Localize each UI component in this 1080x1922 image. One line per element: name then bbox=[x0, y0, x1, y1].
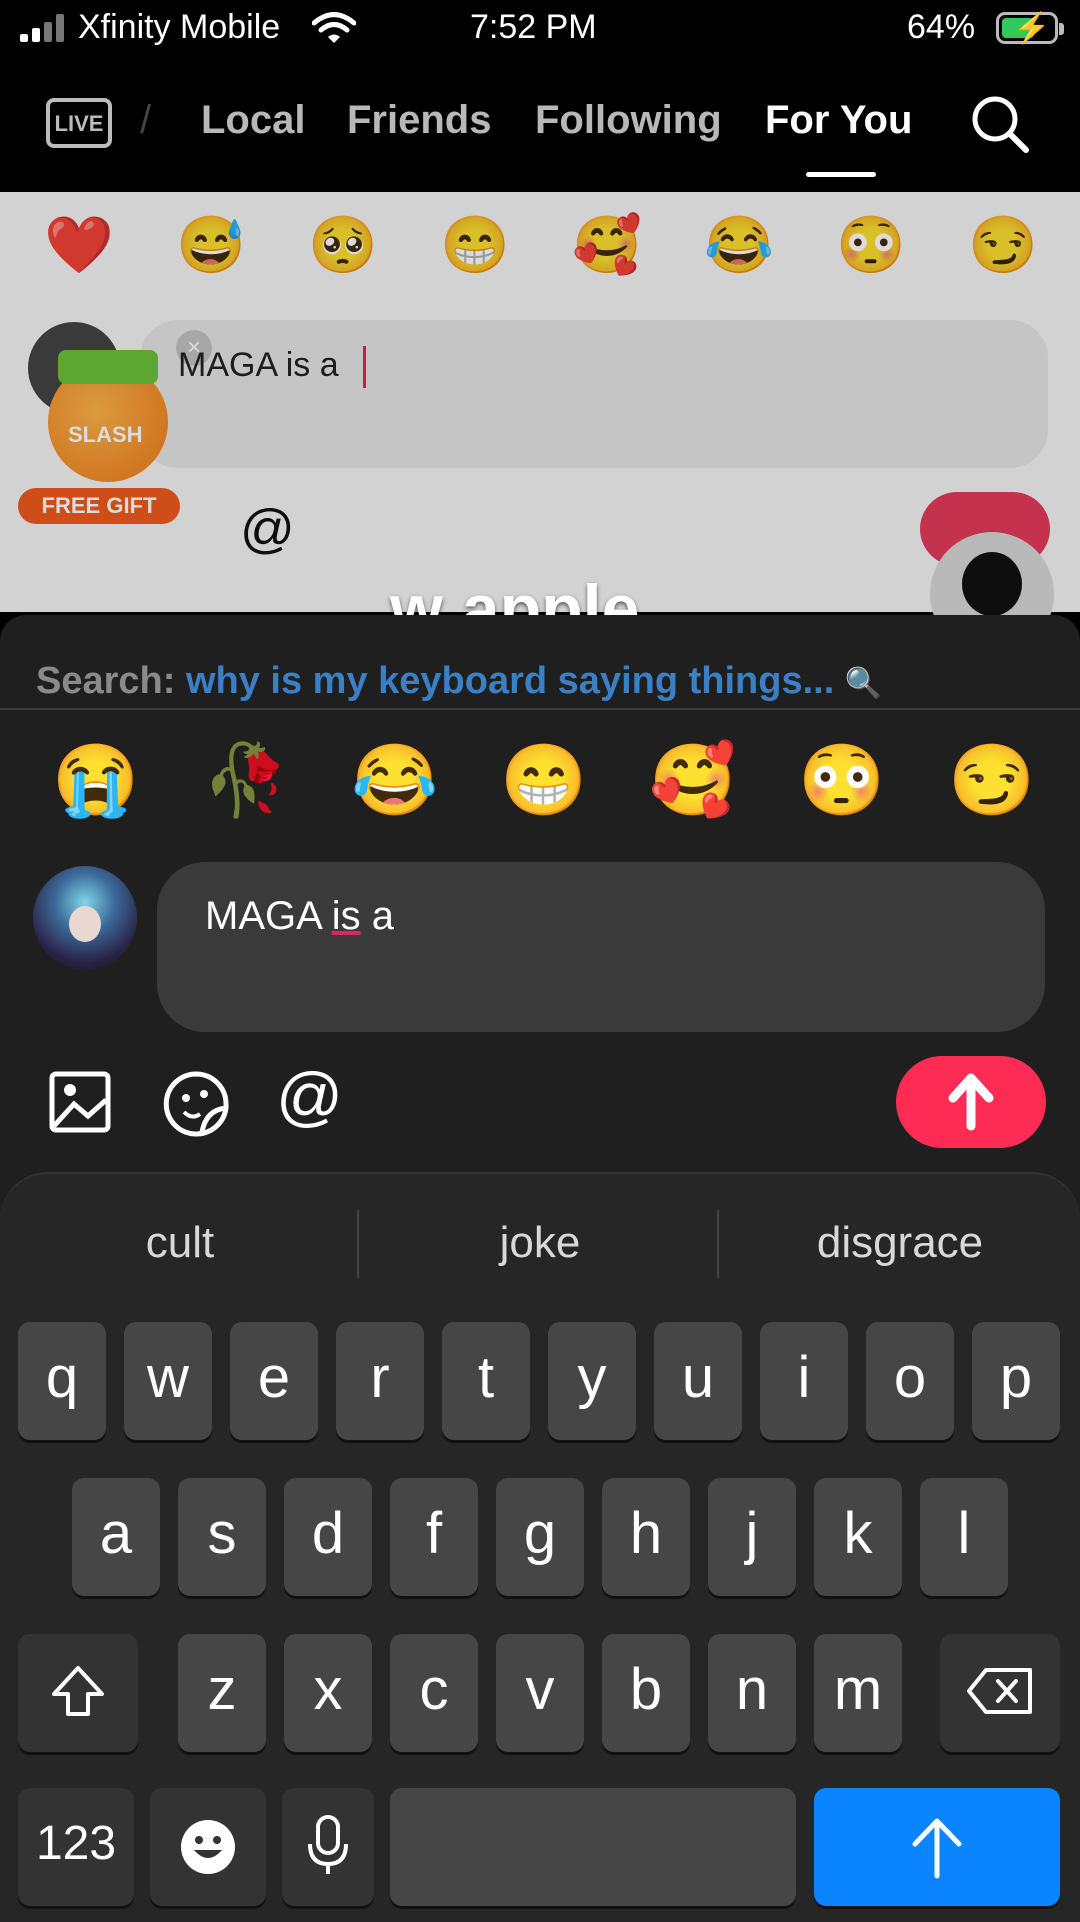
key-o[interactable]: o bbox=[866, 1322, 954, 1440]
emoji-button[interactable]: 😁 bbox=[500, 740, 587, 822]
key-f[interactable]: f bbox=[390, 1478, 478, 1596]
key-r[interactable]: r bbox=[336, 1322, 424, 1440]
space-bar[interactable] bbox=[390, 1788, 796, 1906]
return-key[interactable] bbox=[814, 1788, 1060, 1906]
key-t[interactable]: t bbox=[442, 1322, 530, 1440]
key-p[interactable]: p bbox=[972, 1322, 1060, 1440]
tab-local[interactable]: Local bbox=[201, 98, 305, 143]
tab-for-you[interactable]: For You bbox=[765, 98, 912, 143]
microphone-icon bbox=[308, 1815, 348, 1874]
prediction-cult[interactable]: cult bbox=[30, 1218, 330, 1268]
key-b[interactable]: b bbox=[602, 1634, 690, 1752]
key-v[interactable]: v bbox=[496, 1634, 584, 1752]
key-l[interactable]: l bbox=[920, 1478, 1008, 1596]
send-button[interactable] bbox=[896, 1056, 1046, 1148]
search-icon[interactable] bbox=[968, 92, 1032, 156]
key-j[interactable]: j bbox=[708, 1478, 796, 1596]
microphone-key[interactable] bbox=[282, 1788, 374, 1906]
emoji-button[interactable]: 😏 bbox=[948, 740, 1035, 822]
clock: 7:52 PM bbox=[470, 8, 597, 46]
key-a[interactable]: a bbox=[72, 1478, 160, 1596]
prediction-disgrace[interactable]: disgrace bbox=[750, 1218, 1050, 1268]
user-avatar bbox=[33, 866, 137, 970]
emoji-button[interactable]: 🥰 bbox=[649, 740, 736, 822]
key-k[interactable]: k bbox=[814, 1478, 902, 1596]
misspelled-word[interactable]: is bbox=[332, 894, 361, 938]
battery-charging-icon: ⚡ bbox=[996, 12, 1064, 45]
search-suggestion[interactable]: Search: why is my keyboard saying things… bbox=[36, 660, 882, 703]
shift-key[interactable] bbox=[18, 1634, 138, 1752]
status-bar: Xfinity Mobile 7:52 PM 64% ⚡ bbox=[0, 0, 1080, 60]
emoji-key[interactable] bbox=[150, 1788, 266, 1906]
arrow-up-icon bbox=[948, 1073, 994, 1131]
key-x[interactable]: x bbox=[284, 1634, 372, 1752]
key-y[interactable]: y bbox=[548, 1322, 636, 1440]
key-u[interactable]: u bbox=[654, 1322, 742, 1440]
shift-icon bbox=[52, 1666, 104, 1716]
tab-following[interactable]: Following bbox=[535, 98, 722, 143]
tab-friends[interactable]: Friends bbox=[347, 98, 491, 143]
live-tv-icon: LIVE bbox=[46, 98, 112, 148]
search-prefix: Search: bbox=[36, 660, 176, 702]
key-e[interactable]: e bbox=[230, 1322, 318, 1440]
emoji-button[interactable]: 😂 bbox=[351, 740, 438, 822]
key-q[interactable]: q bbox=[18, 1322, 106, 1440]
key-s[interactable]: s bbox=[178, 1478, 266, 1596]
backspace-key[interactable] bbox=[940, 1634, 1060, 1752]
backspace-icon bbox=[967, 1668, 1032, 1714]
signal-icon bbox=[20, 14, 66, 42]
key-w[interactable]: w bbox=[124, 1322, 212, 1440]
live-button[interactable]: LIVE bbox=[46, 88, 116, 150]
search-query-link[interactable]: why is my keyboard saying things... bbox=[186, 660, 834, 702]
key-c[interactable]: c bbox=[390, 1634, 478, 1752]
emoji-button[interactable]: 😳 bbox=[798, 740, 885, 822]
key-m[interactable]: m bbox=[814, 1634, 902, 1752]
arrow-up-icon bbox=[912, 1818, 962, 1879]
comment-input[interactable] bbox=[157, 862, 1045, 1032]
search-icon: 🔍 bbox=[844, 667, 883, 700]
top-nav: / Local Friends Following For You bbox=[0, 60, 1080, 192]
key-i[interactable]: i bbox=[760, 1322, 848, 1440]
sticker-icon[interactable] bbox=[162, 1070, 230, 1138]
carrier-name: Xfinity Mobile bbox=[78, 8, 281, 46]
divider bbox=[0, 708, 1080, 710]
smiley-icon bbox=[181, 1820, 235, 1874]
comment-text[interactable]: MAGA is a bbox=[205, 894, 394, 939]
numbers-key[interactable]: 123 bbox=[18, 1788, 134, 1906]
prediction-joke[interactable]: joke bbox=[390, 1218, 690, 1268]
wifi-icon bbox=[312, 12, 356, 43]
key-z[interactable]: z bbox=[178, 1634, 266, 1752]
emoji-button[interactable]: 🥀 bbox=[202, 740, 289, 822]
active-tab-indicator bbox=[806, 172, 876, 177]
emoji-button[interactable]: 😭 bbox=[52, 740, 139, 822]
key-n[interactable]: n bbox=[708, 1634, 796, 1752]
battery-percent: 64% bbox=[907, 8, 976, 46]
image-icon[interactable] bbox=[48, 1070, 112, 1134]
key-h[interactable]: h bbox=[602, 1478, 690, 1596]
key-d[interactable]: d bbox=[284, 1478, 372, 1596]
key-g[interactable]: g bbox=[496, 1478, 584, 1596]
mention-icon[interactable]: @ bbox=[276, 1058, 343, 1134]
